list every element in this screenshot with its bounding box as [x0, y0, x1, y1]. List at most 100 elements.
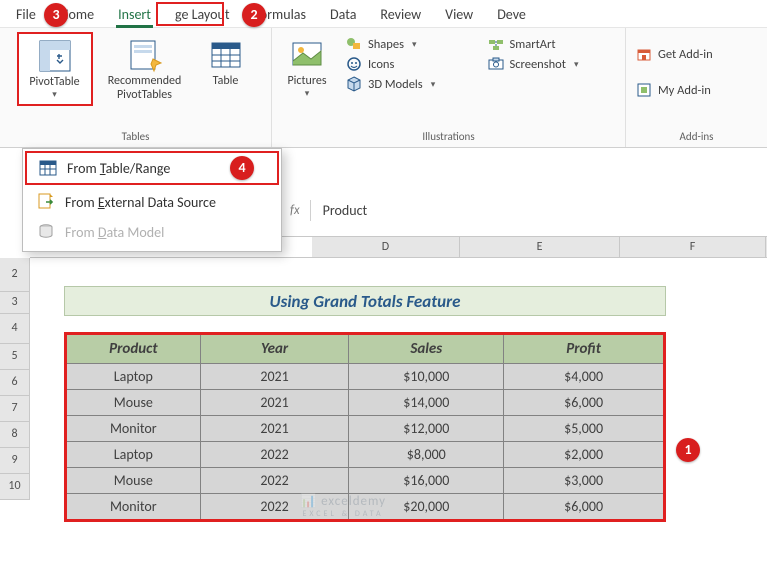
- from-table-range-label: From Table/Range: [67, 160, 170, 177]
- tab-view[interactable]: View: [433, 4, 485, 27]
- shapes-button[interactable]: Shapes ▾: [340, 34, 480, 54]
- row-7[interactable]: 7: [0, 396, 29, 422]
- row-5[interactable]: 5: [0, 344, 29, 370]
- recommended-pivottables-button[interactable]: Recommended PivotTables: [95, 32, 195, 108]
- row-2[interactable]: 2: [0, 258, 29, 292]
- table-row: Laptop2022$8,000$2,000: [66, 442, 665, 468]
- table-icon: [208, 37, 244, 73]
- cell[interactable]: $8,000: [349, 442, 504, 468]
- callout-4: 4: [230, 156, 254, 180]
- cell[interactable]: Monitor: [66, 494, 201, 521]
- header-sales[interactable]: Sales: [349, 334, 504, 364]
- from-external-data-item[interactable]: From External Data Source: [23, 187, 281, 217]
- cell[interactable]: $2,000: [504, 442, 665, 468]
- tab-review[interactable]: Review: [368, 4, 433, 27]
- from-external-data-label: From External Data Source: [65, 194, 216, 211]
- cell[interactable]: $14,000: [349, 390, 504, 416]
- header-product[interactable]: Product: [66, 334, 201, 364]
- data-table: Product Year Sales Profit Laptop2021$10,…: [64, 332, 666, 522]
- cell[interactable]: $16,000: [349, 468, 504, 494]
- screenshot-button[interactable]: Screenshot ▾: [482, 54, 622, 74]
- table-header-row: Product Year Sales Profit: [66, 334, 665, 364]
- tab-insert[interactable]: Insert: [106, 4, 163, 27]
- shapes-icon: [346, 36, 362, 52]
- cell[interactable]: $12,000: [349, 416, 504, 442]
- pictures-button[interactable]: Pictures ▾: [276, 32, 338, 104]
- get-addins-button[interactable]: Get Add-in: [630, 44, 763, 64]
- row-9[interactable]: 9: [0, 448, 29, 474]
- cell[interactable]: 2021: [200, 416, 349, 442]
- worksheet[interactable]: Using Grand Totals Feature Product Year …: [30, 258, 767, 562]
- cube-icon: [346, 76, 362, 92]
- icons-label: Icons: [368, 57, 394, 72]
- addins-icon: [636, 82, 652, 98]
- formula-bar: fx Product: [290, 200, 710, 221]
- cell[interactable]: 2022: [200, 468, 349, 494]
- cell[interactable]: Mouse: [66, 390, 201, 416]
- cell[interactable]: Laptop: [66, 364, 201, 390]
- callout-2: 2: [242, 3, 266, 27]
- table-label: Table: [213, 75, 239, 89]
- cell[interactable]: Monitor: [66, 416, 201, 442]
- from-data-model-item: From Data Model: [23, 217, 281, 247]
- table-row: Mouse2022$16,000$3,000: [66, 468, 665, 494]
- row-headers: 2 3 4 5 6 7 8 9 10: [0, 258, 30, 500]
- cell[interactable]: $5,000: [504, 416, 665, 442]
- group-tables-label: Tables: [122, 128, 150, 145]
- my-addins-label: My Add-in: [658, 83, 711, 98]
- cell[interactable]: $10,000: [349, 364, 504, 390]
- table-button[interactable]: Table: [197, 32, 255, 94]
- chevron-down-icon: ▾: [412, 39, 417, 50]
- col-e[interactable]: E: [460, 237, 620, 257]
- smartart-icon: [488, 36, 504, 52]
- pivottable-button[interactable]: PivotTable ▾: [17, 32, 93, 106]
- icons-button[interactable]: Icons: [340, 54, 480, 74]
- tab-file[interactable]: File: [4, 4, 48, 27]
- cell[interactable]: $3,000: [504, 468, 665, 494]
- row-3[interactable]: 3: [0, 292, 29, 314]
- cell[interactable]: $6,000: [504, 390, 665, 416]
- cell[interactable]: $6,000: [504, 494, 665, 521]
- col-d[interactable]: D: [312, 237, 460, 257]
- group-illustrations-label: Illustrations: [422, 128, 474, 145]
- pivottable-icon: [37, 38, 73, 74]
- recommended-pivot-icon: [127, 37, 163, 73]
- icons-icon: [346, 56, 362, 72]
- pictures-icon: [289, 37, 325, 73]
- tab-developer[interactable]: Deve: [485, 4, 538, 27]
- 3d-models-label: 3D Models: [368, 77, 423, 92]
- smartart-button[interactable]: SmartArt: [482, 34, 622, 54]
- screenshot-icon: [488, 56, 504, 72]
- header-profit[interactable]: Profit: [504, 334, 665, 364]
- store-icon: [636, 46, 652, 62]
- cell[interactable]: 2021: [200, 390, 349, 416]
- cell[interactable]: Laptop: [66, 442, 201, 468]
- 3d-models-button[interactable]: 3D Models ▾: [340, 74, 480, 94]
- chevron-down-icon: ▾: [52, 90, 57, 100]
- cell[interactable]: $20,000: [349, 494, 504, 521]
- callout-1: 1: [676, 438, 700, 462]
- formula-value[interactable]: Product: [310, 200, 710, 221]
- sheet-title: Using Grand Totals Feature: [64, 286, 666, 316]
- cell[interactable]: 2022: [200, 494, 349, 521]
- tab-data[interactable]: Data: [318, 4, 368, 27]
- recommended-pivot-label: Recommended PivotTables: [108, 75, 182, 103]
- row-8[interactable]: 8: [0, 422, 29, 448]
- my-addins-button[interactable]: My Add-in: [630, 80, 763, 100]
- cell[interactable]: 2021: [200, 364, 349, 390]
- table-row: Monitor2021$12,000$5,000: [66, 416, 665, 442]
- tab-page-layout[interactable]: ge Layout: [163, 4, 242, 27]
- from-data-model-label: From Data Model: [65, 224, 164, 241]
- pivottable-label: PivotTable: [29, 76, 79, 90]
- chevron-down-icon: ▾: [305, 89, 310, 99]
- cell[interactable]: $4,000: [504, 364, 665, 390]
- row-4[interactable]: 4: [0, 314, 29, 344]
- table-row: Laptop2021$10,000$4,000: [66, 364, 665, 390]
- cell[interactable]: 2022: [200, 442, 349, 468]
- cell[interactable]: Mouse: [66, 468, 201, 494]
- col-f[interactable]: F: [620, 237, 766, 257]
- row-10[interactable]: 10: [0, 474, 29, 500]
- header-year[interactable]: Year: [200, 334, 349, 364]
- shapes-label: Shapes: [368, 37, 404, 52]
- row-6[interactable]: 6: [0, 370, 29, 396]
